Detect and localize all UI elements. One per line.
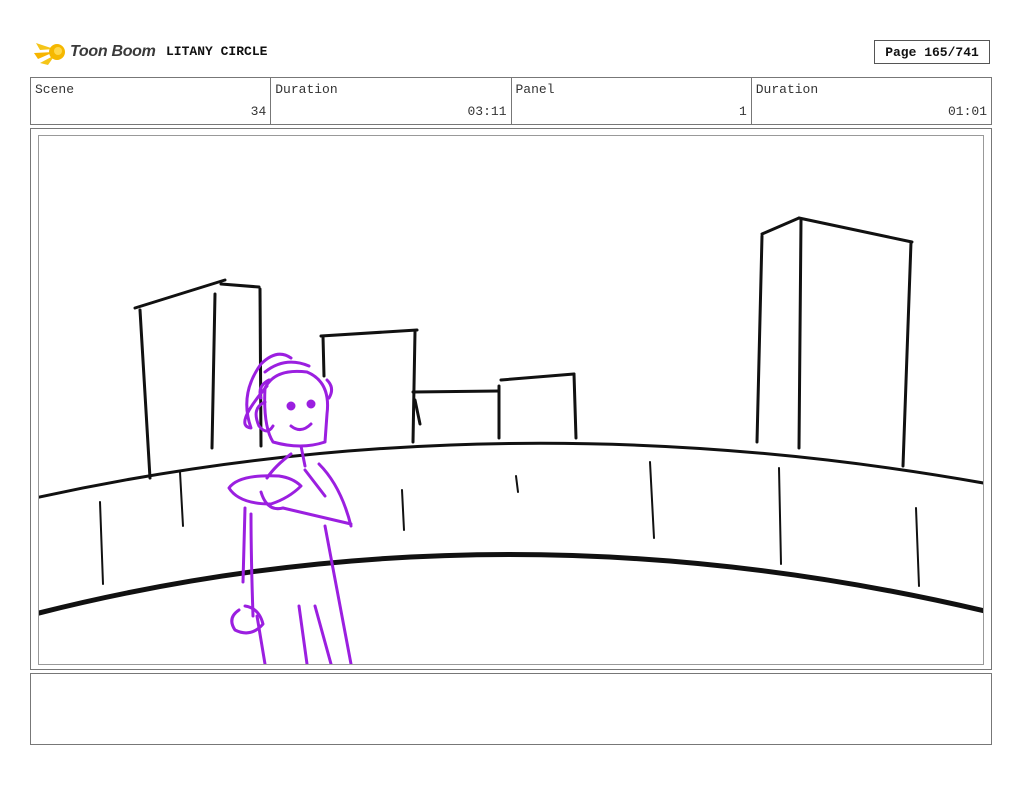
building-left [133, 278, 263, 480]
scene-value: 34 [250, 104, 267, 119]
comet-icon [34, 43, 65, 65]
duration-cell: Duration 03:11 [271, 78, 512, 124]
panel-value: 1 [738, 104, 747, 119]
storyboard-panel-frame [30, 128, 992, 670]
character-head [263, 369, 330, 448]
scene-label: Scene [35, 82, 75, 97]
background-sketch [39, 216, 983, 616]
info-row: Scene 34 Duration 03:11 Panel 1 Duration… [30, 77, 992, 125]
page-indicator: Page 165/741 [874, 40, 990, 64]
panel-duration-value: 01:01 [947, 104, 987, 119]
duration-value: 03:11 [467, 104, 507, 119]
panel-label: Panel [515, 82, 555, 97]
notes-box [30, 673, 992, 745]
panel-cell: Panel 1 [512, 78, 752, 124]
panel-duration-cell: Duration 01:01 [752, 78, 991, 124]
duration-label: Duration [275, 82, 338, 97]
logo-text: Toon Boom [70, 43, 156, 60]
building-middle [319, 328, 578, 444]
toon-boom-logo: Toon Boom [34, 36, 158, 68]
panel-duration-label: Duration [755, 82, 819, 97]
scene-cell: Scene 34 [31, 78, 272, 124]
project-title: LITANY CIRCLE [166, 44, 268, 59]
building-right [755, 216, 914, 468]
wall-bottom-curve [39, 552, 983, 616]
panel-sketch [39, 216, 983, 664]
wall-joints [99, 461, 920, 587]
character-sketch [227, 352, 353, 664]
storyboard-panel-image [38, 135, 984, 665]
